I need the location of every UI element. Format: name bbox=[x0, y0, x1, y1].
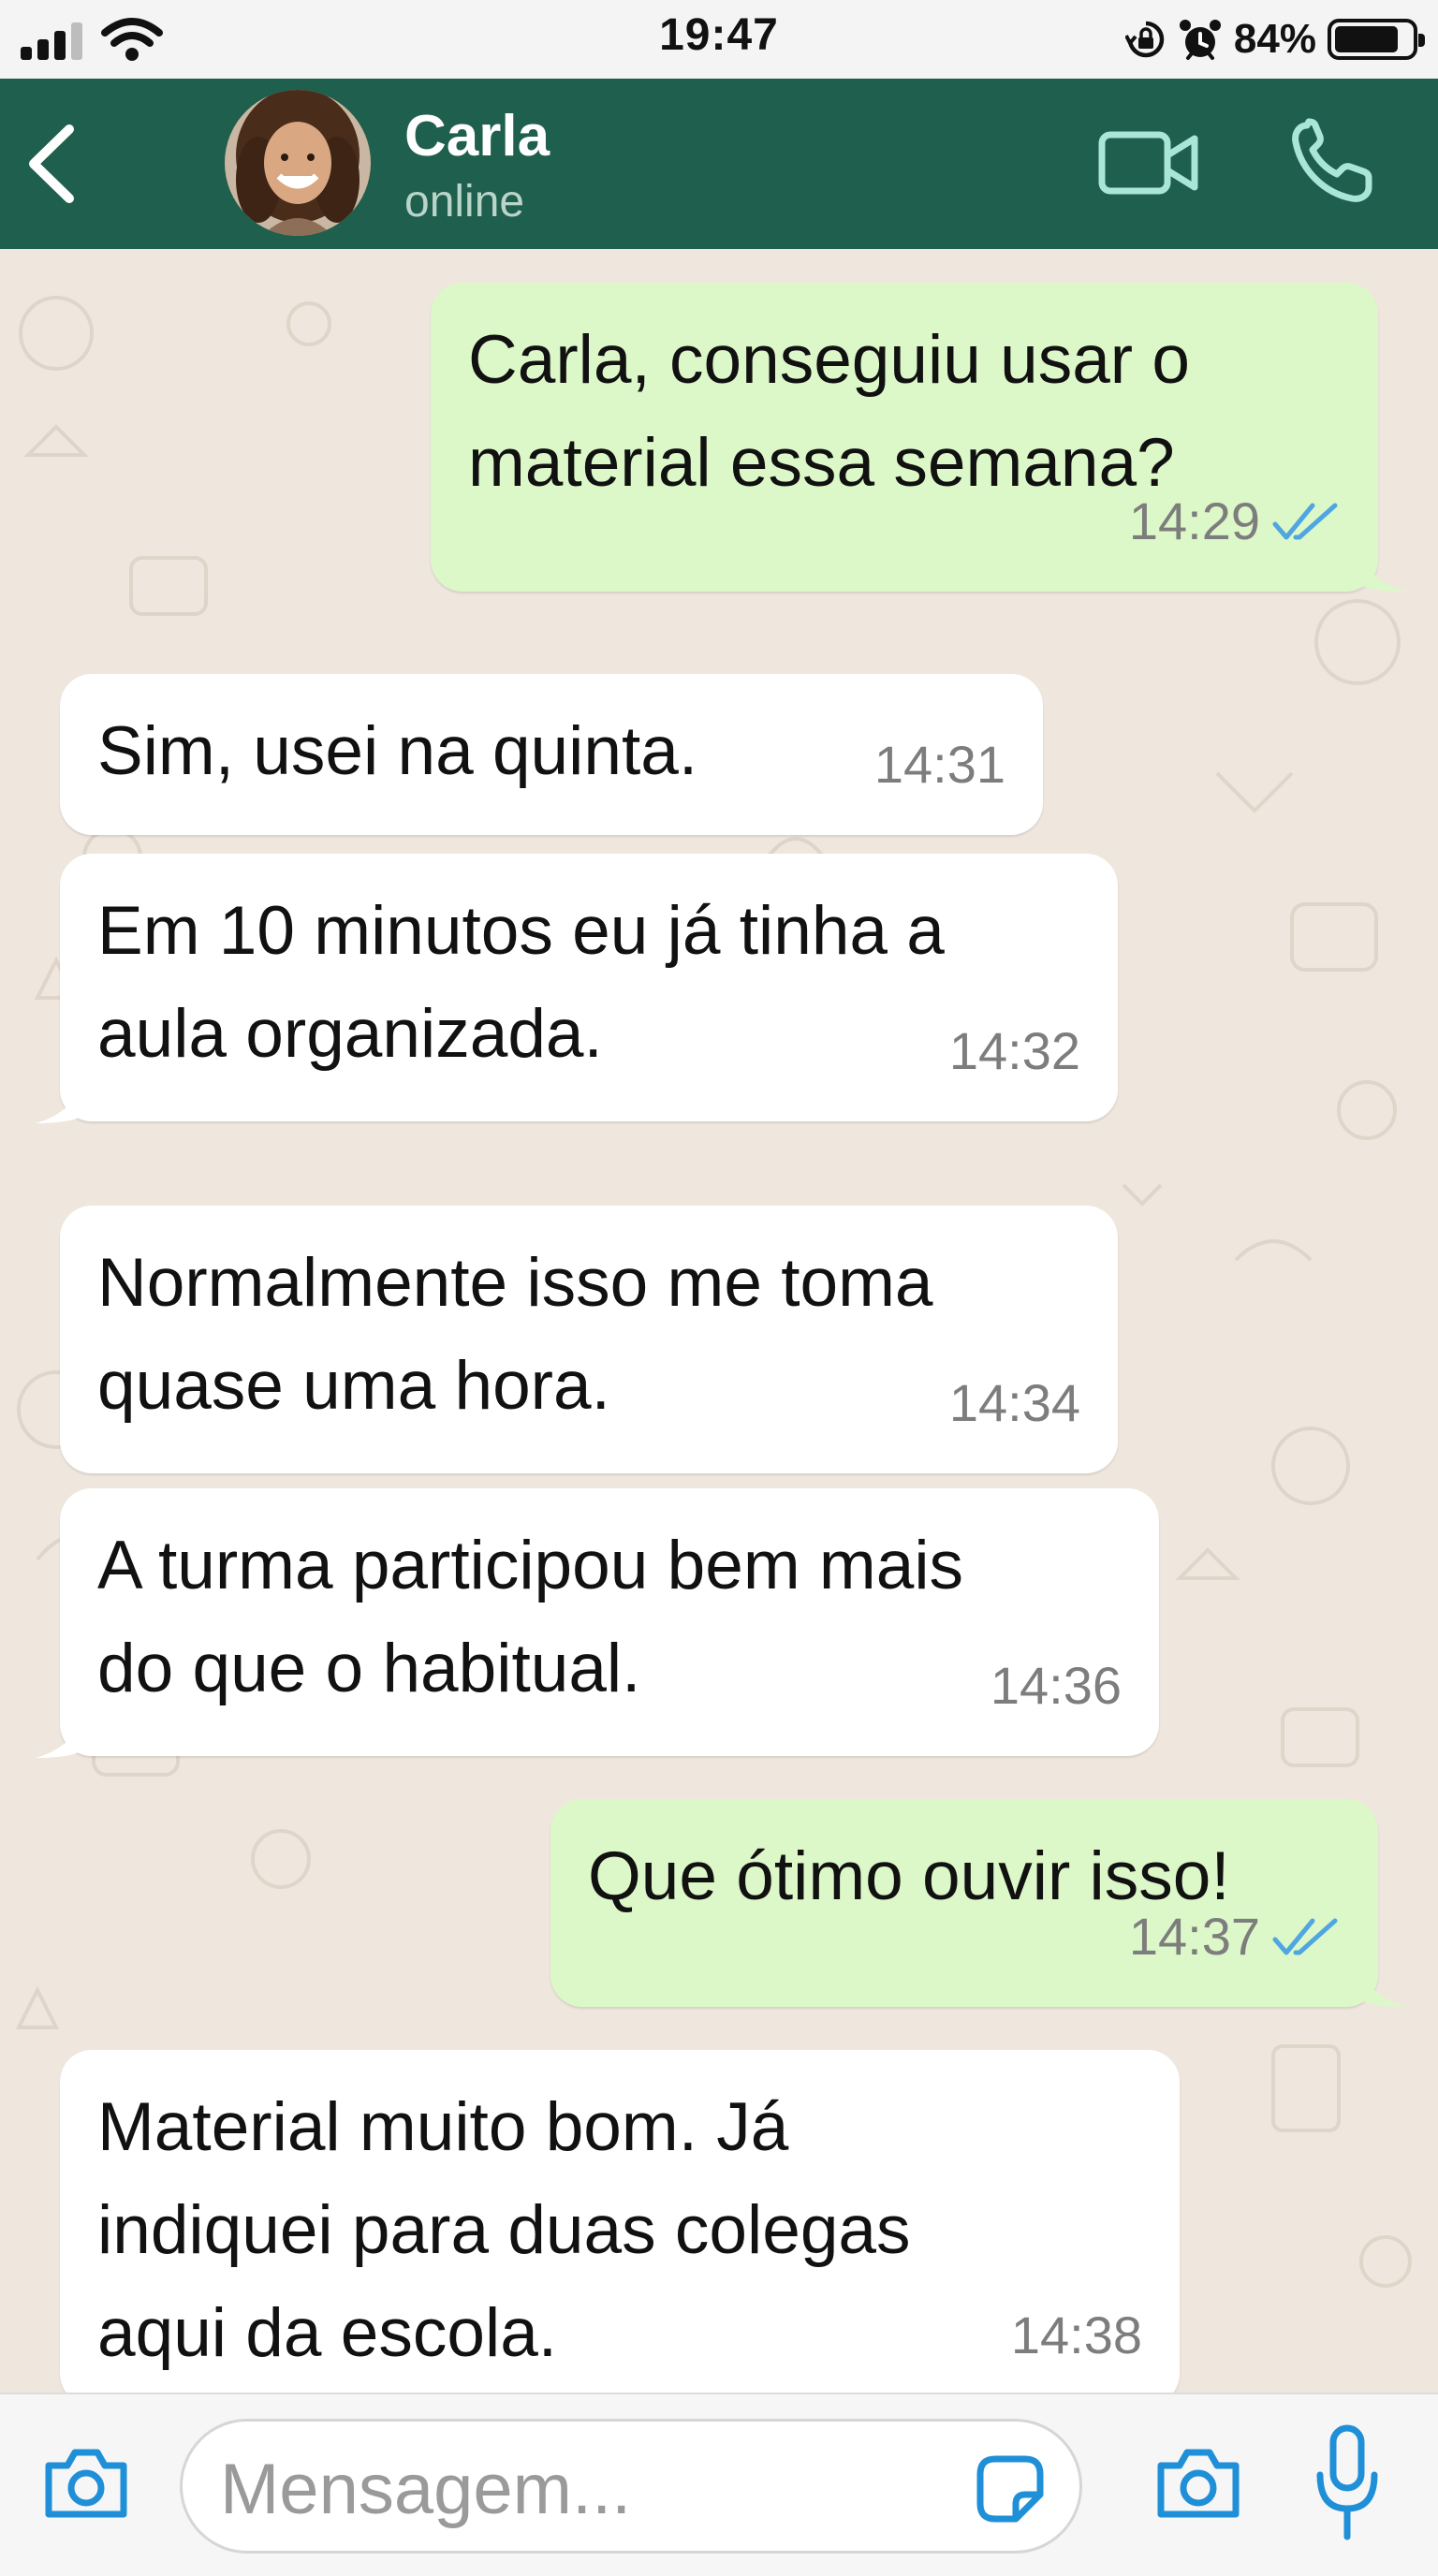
message-bubble-incoming[interactable]: Sim, usei na quinta. 14:31 bbox=[60, 674, 1043, 835]
back-icon[interactable] bbox=[21, 122, 95, 206]
battery-icon bbox=[1328, 19, 1425, 60]
message-text: Em 10 minutos eu já tinha a aula organiz… bbox=[97, 893, 945, 1072]
message-time: 14:38 bbox=[1010, 2305, 1142, 2364]
message-time: 14:34 bbox=[948, 1373, 1080, 1432]
camera-icon[interactable] bbox=[1153, 2443, 1243, 2522]
message-meta: 14:29 bbox=[1129, 470, 1341, 573]
message-time: 14:32 bbox=[948, 1021, 1080, 1080]
read-ticks-icon bbox=[1272, 503, 1338, 540]
avatar[interactable] bbox=[225, 90, 371, 236]
message-bubble-incoming[interactable]: A turma participou bem mais do que o hab… bbox=[60, 1488, 1159, 1756]
message-text: Normalmente isso me toma quase uma hora. bbox=[97, 1245, 933, 1424]
message-input-container bbox=[180, 2419, 1082, 2554]
microphone-icon[interactable] bbox=[1314, 2422, 1380, 2544]
bubble-tail bbox=[1352, 1960, 1406, 2007]
contact-name[interactable]: Carla bbox=[404, 103, 550, 169]
sticker-icon[interactable] bbox=[971, 2450, 1049, 2528]
avatar-image bbox=[225, 90, 371, 236]
message-bubble-outgoing[interactable]: Que ótimo ouvir isso! 14:37 bbox=[550, 1799, 1378, 2007]
message-meta: 14:37 bbox=[1129, 1885, 1341, 1988]
message-text: Sim, usei na quinta. bbox=[97, 713, 698, 789]
message-bubble-incoming[interactable]: Normalmente isso me toma quase uma hora.… bbox=[60, 1206, 1118, 1473]
camera-icon[interactable] bbox=[41, 2443, 131, 2522]
alarm-icon bbox=[1179, 20, 1221, 60]
message-input[interactable] bbox=[220, 2442, 932, 2536]
message-time: 14:36 bbox=[990, 1656, 1122, 1715]
message-time: 14:29 bbox=[1128, 491, 1260, 550]
bubble-tail bbox=[36, 1711, 90, 1758]
video-call-icon[interactable] bbox=[1097, 124, 1200, 202]
read-ticks-icon bbox=[1272, 1918, 1338, 1955]
bubble-tail bbox=[36, 1076, 90, 1123]
phone-icon[interactable] bbox=[1286, 118, 1376, 208]
message-bubble-incoming[interactable]: Material muito bom. Já indiquei para dua… bbox=[60, 2050, 1180, 2393]
message-meta: 14:31 bbox=[874, 713, 1005, 816]
input-bar bbox=[0, 2393, 1438, 2576]
message-meta: 14:34 bbox=[949, 1352, 1080, 1455]
message-text: A turma participou bem mais do que o hab… bbox=[97, 1528, 964, 1706]
chat-header: Carla online bbox=[0, 79, 1438, 249]
battery-percent: 84% bbox=[1233, 16, 1316, 62]
battery-fill bbox=[1335, 26, 1399, 52]
status-bar: 19:47 84% bbox=[0, 0, 1438, 79]
contact-status: online bbox=[404, 177, 525, 227]
message-bubble-incoming[interactable]: Em 10 minutos eu já tinha a aula organiz… bbox=[60, 854, 1118, 1121]
chat-area[interactable]: Carla, conseguiu usar o material essa se… bbox=[0, 249, 1438, 2393]
bubble-tail bbox=[1352, 545, 1406, 592]
message-meta: 14:38 bbox=[1011, 2284, 1142, 2387]
message-time: 14:31 bbox=[873, 735, 1005, 794]
message-meta: 14:32 bbox=[949, 1000, 1080, 1103]
rotation-lock-icon bbox=[1124, 21, 1165, 58]
message-text: Material muito bom. Já indiquei para dua… bbox=[97, 2089, 911, 2371]
message-bubble-outgoing[interactable]: Carla, conseguiu usar o material essa se… bbox=[431, 283, 1378, 592]
message-time: 14:37 bbox=[1128, 1907, 1260, 1966]
message-meta: 14:36 bbox=[990, 1634, 1122, 1737]
